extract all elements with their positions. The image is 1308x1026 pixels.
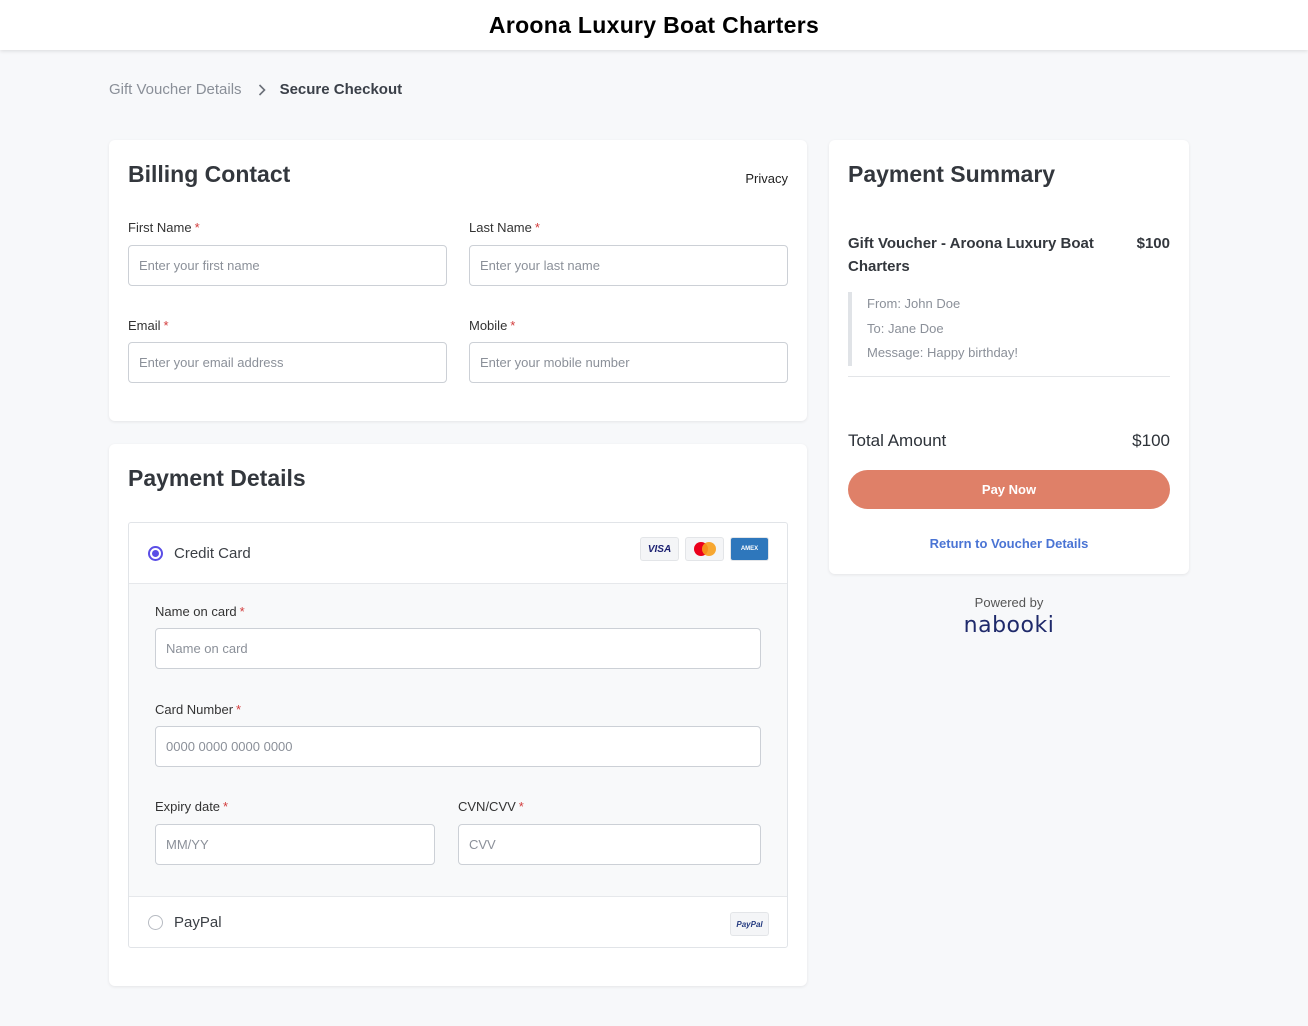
name-on-card-label: Name on card * [155,604,245,619]
paypal-label: PayPal [174,913,222,931]
paypal-logos: PayPal [731,913,768,935]
paypal-option[interactable]: PayPal PayPal [129,896,787,947]
payment-summary-title: Payment Summary [848,161,1056,187]
privacy-link[interactable]: Privacy [745,171,788,186]
mobile-label: Mobile * [469,318,516,333]
name-on-card-input[interactable] [155,628,761,669]
top-bar: Aroona Luxury Boat Charters [0,0,1308,50]
payment-summary-card: Payment Summary Gift Voucher - Aroona Lu… [829,140,1189,574]
cvv-label: CVN/CVV * [458,799,524,814]
voucher-from: From: John Doe [867,296,961,311]
paypal-radio[interactable] [148,914,163,930]
first-name-input[interactable] [128,245,447,286]
card-number-label: Card Number * [155,702,242,717]
mastercard-icon [686,538,723,560]
page-title: Aroona Luxury Boat Charters [488,11,820,38]
visa-icon: VISA [641,538,678,560]
last-name-input[interactable] [469,245,788,286]
credit-card-form: Name on card* Card Number* Expiry date* … [129,584,787,896]
credit-card-label: Credit Card [174,544,251,562]
expiry-date-label: Expiry date * [155,799,229,814]
card-number-input[interactable] [155,726,761,767]
email-input[interactable] [128,342,447,383]
summary-item-name: Gift Voucher - Aroona Luxury Boat Charte… [848,235,1094,275]
summary-divider [848,376,1170,377]
breadcrumb: Gift Voucher Details Secure Checkout [109,81,402,98]
powered-by-label: Powered by [974,595,1044,610]
expiry-date-input[interactable] [155,824,435,865]
card-logos: VISA AMEX [641,538,768,560]
summary-item-price: $100 [1136,235,1170,252]
powered-by: Powered by nabooki [829,595,1189,638]
credit-card-radio[interactable] [148,545,163,561]
pay-now-button[interactable]: Pay Now [848,470,1170,509]
voucher-message: Message: Happy birthday! [867,345,1019,360]
voucher-to: To: Jane Doe [867,320,944,336]
paypal-icon: PayPal [731,913,768,935]
amex-icon: AMEX [731,538,768,560]
total-amount-value: $100 [1132,431,1170,450]
mobile-input[interactable] [469,342,788,383]
last-name-label: Last Name * [469,220,540,235]
email-label: Email * [128,318,169,333]
voucher-details: From: John Doe To: Jane Doe Message: Hap… [848,292,1018,366]
breadcrumb-gift-voucher-details[interactable]: Gift Voucher Details [109,81,242,98]
nabooki-logo[interactable]: nabooki [829,613,1189,638]
credit-card-option[interactable]: Credit Card VISA AMEX [129,523,787,584]
first-name-label: First Name * [128,220,200,235]
breadcrumb-secure-checkout: Secure Checkout [279,81,403,98]
payment-details-card: Payment Details Credit Card VISA AMEX Na… [109,444,807,986]
billing-contact-title: Billing Contact [128,161,291,187]
payment-method-box: Credit Card VISA AMEX Name on card* Card… [128,522,788,948]
cvv-input[interactable] [458,824,761,865]
total-amount-label: Total Amount [848,431,947,450]
return-to-voucher-details-link[interactable]: Return to Voucher Details [829,536,1189,551]
billing-contact-card: Billing Contact Privacy First Name* Last… [109,140,807,421]
payment-details-title: Payment Details [128,465,306,491]
chevron-right-icon [258,83,266,96]
